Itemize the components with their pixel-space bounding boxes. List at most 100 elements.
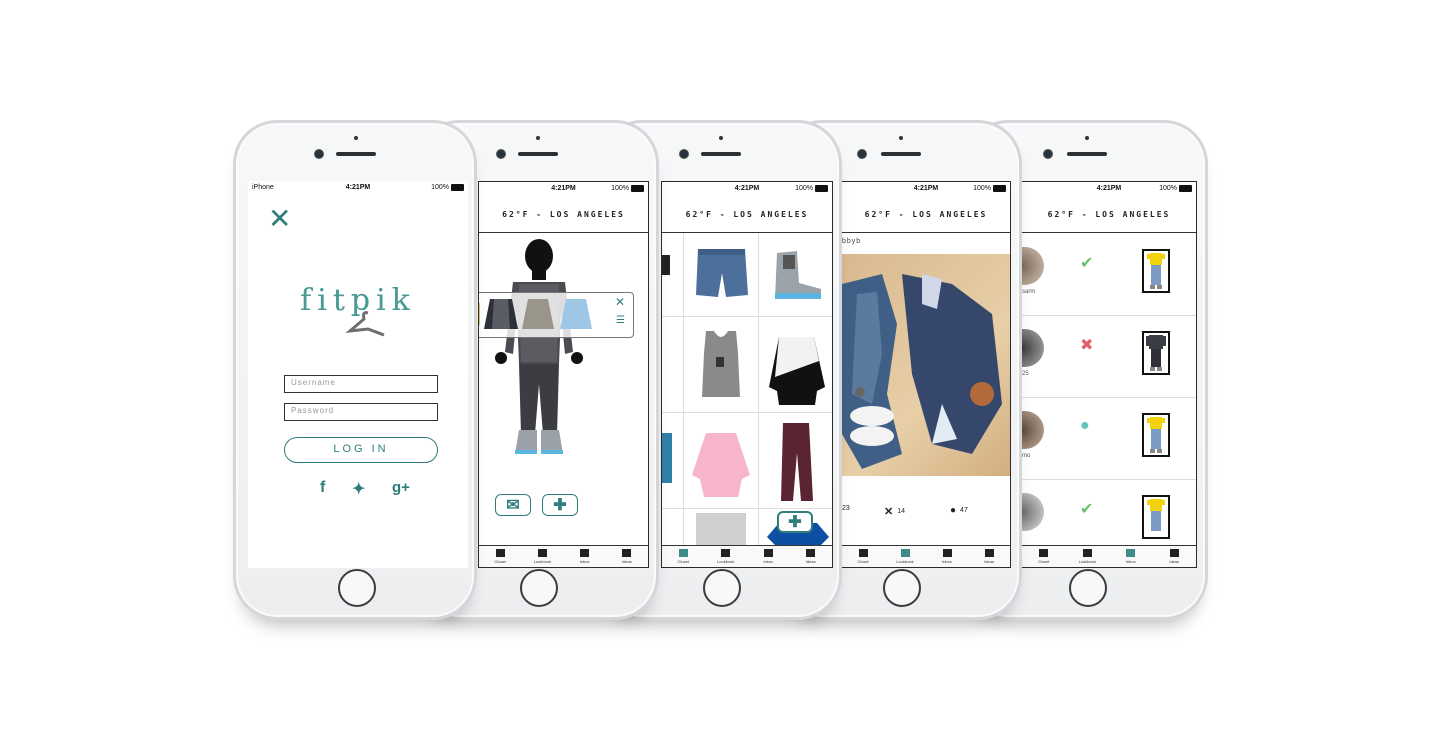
tab-closet[interactable]: Closet — [479, 546, 521, 567]
clothing-item[interactable] — [684, 413, 759, 509]
outfit-thumbnail[interactable] — [1142, 331, 1170, 375]
front-camera — [679, 149, 689, 159]
tab-inbox[interactable]: Inbox — [564, 546, 606, 567]
clothing-item[interactable] — [662, 317, 684, 413]
clothing-item[interactable] — [662, 509, 684, 549]
outfit-thumbnail[interactable] — [1142, 413, 1170, 457]
tab-closet[interactable]: Closet — [842, 546, 884, 567]
clothing-item[interactable] — [684, 317, 759, 413]
comment-count[interactable]: ● 47 — [950, 505, 968, 516]
phone-login: iPhone 4:21PM 100% ✕ fitpik Username Pas… — [233, 120, 477, 620]
clothing-item[interactable] — [662, 233, 684, 317]
comment-icon: ● — [1080, 417, 1090, 434]
avatar[interactable] — [1022, 329, 1044, 367]
avatar[interactable] — [1022, 247, 1044, 285]
battery-indicator: 100% — [795, 185, 828, 192]
tab-label: Inbox — [763, 559, 774, 564]
sliders-icon[interactable]: ☰ — [616, 315, 625, 326]
battery-icon — [1179, 185, 1192, 192]
add-item-button[interactable]: ✚ — [777, 511, 813, 533]
twitter-icon[interactable]: ✦ — [352, 479, 365, 499]
google-plus-icon[interactable]: g+ — [392, 479, 410, 496]
outfit-photo[interactable] — [842, 254, 1010, 476]
tab-inbox[interactable]: Inbox — [926, 546, 968, 567]
tab-lookbook[interactable]: Lookbook — [705, 546, 748, 567]
avatar[interactable] — [1022, 493, 1044, 531]
check-icon: ✔ — [1080, 255, 1094, 272]
close-icon[interactable]: ✕ — [268, 205, 291, 233]
username-field[interactable]: Username — [284, 375, 438, 393]
clothing-item[interactable] — [684, 233, 759, 317]
battery-label: 100% — [795, 185, 813, 192]
closet-icon — [495, 549, 505, 557]
clothing-item[interactable] — [759, 413, 832, 509]
tab-label: Closet — [677, 559, 689, 564]
login-button[interactable]: LOG IN — [284, 437, 438, 463]
item-picker[interactable]: ✕ ☰ — [479, 292, 634, 338]
clothing-item[interactable] — [662, 413, 684, 509]
activity-row[interactable]: mo ● — [1022, 397, 1196, 480]
home-button[interactable] — [703, 569, 741, 607]
home-button[interactable] — [520, 569, 558, 607]
tab-lookbook[interactable]: Lookbook — [521, 546, 563, 567]
binoculars-icon — [900, 549, 910, 557]
tab-label: Ideas — [621, 559, 632, 564]
clothing-item[interactable] — [759, 317, 832, 413]
outfit-thumbnail[interactable] — [1142, 249, 1170, 293]
inbox-icon — [1126, 549, 1136, 557]
tab-label: Inbox — [1125, 559, 1136, 564]
password-field[interactable]: Password — [284, 403, 438, 421]
shorts-thumbnail — [696, 513, 746, 549]
tab-ideas[interactable]: Ideas — [790, 546, 833, 567]
outfit-icon — [1147, 499, 1165, 531]
closet-grid-screen: 4:21PM 100% 62°F - LOS ANGELES ✚ Closet … — [661, 181, 833, 568]
clothing-item[interactable] — [684, 509, 759, 549]
front-sensor — [354, 136, 358, 140]
feed-username[interactable]: bbyb — [842, 238, 861, 245]
tab-inbox[interactable]: Inbox — [747, 546, 790, 567]
comments-value: 47 — [960, 507, 968, 514]
dislikes-value: 14 — [897, 508, 906, 515]
clothing-item[interactable] — [759, 233, 832, 317]
tab-label: Closet — [494, 559, 506, 564]
like-count[interactable]: 23 — [842, 505, 850, 512]
comment-icon: ● — [950, 505, 957, 516]
tab-label: Closet — [857, 559, 869, 564]
dislike-count[interactable]: ✕ 14 — [884, 505, 905, 518]
tab-ideas[interactable]: Ideas — [1153, 546, 1197, 567]
battery-icon — [631, 185, 644, 192]
weather-header: 62°F - LOS ANGELES — [479, 196, 648, 233]
add-outfit-button[interactable]: ✚ — [542, 494, 578, 516]
activity-username: mo — [1022, 453, 1031, 459]
home-button[interactable] — [338, 569, 376, 607]
tab-closet[interactable]: Closet — [662, 546, 705, 567]
jacket-thumbnail — [662, 433, 672, 483]
tab-closet[interactable]: Closet — [1022, 546, 1066, 567]
lightbulb-icon — [984, 549, 994, 557]
likes-value: 23 — [842, 505, 850, 512]
closet-icon — [1039, 549, 1049, 557]
front-camera — [314, 149, 324, 159]
tab-inbox[interactable]: Inbox — [1109, 546, 1153, 567]
activity-row[interactable]: sarm ✔ — [1022, 233, 1196, 316]
send-outfit-button[interactable]: ✉ — [495, 494, 531, 516]
tab-bar: Closet Lookbook Inbox Ideas — [842, 545, 1010, 567]
tab-lookbook[interactable]: Lookbook — [1066, 546, 1110, 567]
home-button[interactable] — [1069, 569, 1107, 607]
home-button[interactable] — [883, 569, 921, 607]
speaker-grille — [518, 152, 558, 156]
tab-lookbook[interactable]: Lookbook — [884, 546, 926, 567]
facebook-icon[interactable]: f — [320, 479, 325, 497]
avatar[interactable] — [1022, 411, 1044, 449]
activity-row[interactable]: 25 ✖ — [1022, 315, 1196, 398]
activity-username: sarm — [1022, 289, 1036, 295]
status-bar: 4:21PM 100% — [842, 182, 1010, 196]
tab-ideas[interactable]: Ideas — [968, 546, 1010, 567]
close-icon[interactable]: ✕ — [615, 295, 625, 309]
denim-shorts-thumbnail — [696, 249, 748, 297]
closet-icon — [858, 549, 868, 557]
outfit-photo-art — [842, 274, 1002, 469]
tab-ideas[interactable]: Ideas — [606, 546, 648, 567]
outfit-thumbnail[interactable] — [1142, 495, 1170, 539]
weather-header: 62°F - LOS ANGELES — [1022, 196, 1196, 233]
